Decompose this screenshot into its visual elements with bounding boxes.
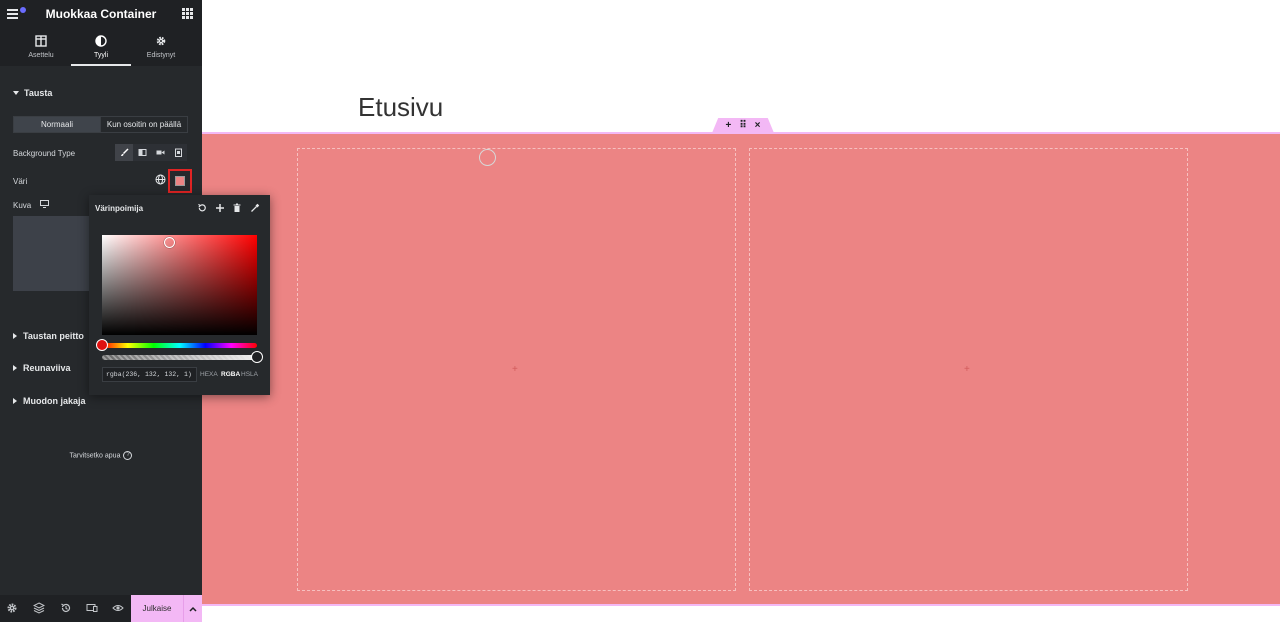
layout-icon	[35, 35, 47, 47]
hue-slider[interactable]	[102, 343, 257, 348]
background-type-label: Background Type	[13, 149, 76, 158]
help-text: Tarvitsetko apua	[69, 452, 121, 460]
container-bottom-border	[202, 604, 1280, 606]
color-swatch-preview	[175, 176, 185, 186]
panel-tabs: Asettelu Tyyli Edistynyt	[0, 27, 202, 66]
add-element-icon[interactable]: +	[725, 120, 731, 131]
section-shape-divider-title: Muodon jakaja	[23, 396, 86, 406]
section-background-toggle[interactable]: Tausta	[13, 88, 52, 98]
tab-style-label: Tyyli	[94, 52, 108, 59]
color-swatch-button[interactable]	[168, 169, 192, 193]
preview-eye-icon[interactable]	[112, 602, 124, 614]
hue-handle[interactable]	[96, 339, 108, 351]
chevron-up-icon	[189, 606, 197, 612]
alpha-handle[interactable]	[251, 351, 263, 363]
mode-hsla[interactable]: HSLA	[241, 371, 258, 378]
color-picker-popover: Värinpoimija HEXA RGBA HSLA	[89, 195, 270, 395]
mode-rgba[interactable]: RGBA	[221, 371, 240, 378]
add-global-color-icon[interactable]	[215, 203, 225, 213]
background-type-choices	[115, 144, 187, 161]
add-widget-icon[interactable]: +	[512, 364, 518, 375]
section-shape-divider-toggle[interactable]: Muodon jakaja	[13, 396, 86, 406]
slideshow-icon	[174, 148, 182, 157]
globe-icon[interactable]	[154, 173, 167, 186]
widgets-grid-icon[interactable]	[182, 8, 193, 19]
video-icon	[156, 150, 164, 155]
add-widget-icon[interactable]: +	[964, 364, 970, 375]
caret-down-icon	[13, 91, 19, 95]
cursor-indicator	[479, 149, 496, 166]
container-handle: + ⠿ ×	[712, 118, 774, 133]
panel-header: Muokkaa Container	[0, 0, 202, 27]
section-border-title: Reunaviiva	[23, 363, 71, 373]
page-title: Etusivu	[358, 92, 444, 122]
caret-right-icon	[13, 398, 17, 404]
tab-style[interactable]: Tyyli	[71, 27, 131, 66]
alpha-slider[interactable]	[102, 355, 257, 360]
tab-layout-label: Asettelu	[28, 52, 54, 59]
settings-gear-icon[interactable]	[6, 602, 18, 614]
hover-state-tab[interactable]: Kun osoitin on päällä	[100, 117, 187, 132]
tab-advanced[interactable]: Edistynyt	[131, 27, 191, 66]
style-icon	[95, 35, 107, 47]
color-picker-title: Värinpoimija	[95, 204, 144, 213]
section-overlay-toggle[interactable]: Taustan peitto	[13, 331, 84, 341]
panel-title: Muokkaa Container	[45, 7, 157, 21]
layers-icon[interactable]	[33, 602, 45, 614]
question-icon: ?	[123, 451, 133, 460]
help-link[interactable]: Tarvitsetko apua?	[0, 451, 202, 460]
gear-icon	[156, 36, 166, 46]
image-upload-area[interactable]	[13, 216, 93, 291]
publish-button[interactable]: Julkaise	[131, 595, 183, 622]
eyedropper-icon[interactable]	[250, 203, 260, 213]
monitor-icon[interactable]	[40, 200, 49, 208]
section-overlay-title: Taustan peitto	[23, 331, 84, 341]
bg-type-slideshow[interactable]	[169, 144, 187, 161]
normal-state-tab[interactable]: Normaali	[14, 117, 100, 132]
tab-advanced-label: Edistynyt	[146, 52, 176, 59]
saturation-area[interactable]	[102, 235, 257, 335]
color-value-input[interactable]	[102, 367, 197, 382]
section-border-toggle[interactable]: Reunaviiva	[13, 363, 71, 373]
gradient-icon	[138, 149, 146, 156]
brush-icon	[120, 148, 129, 157]
drag-handle-icon[interactable]: ⠿	[739, 120, 746, 131]
publish-options-button[interactable]	[183, 595, 202, 622]
caret-right-icon	[13, 365, 17, 371]
trash-icon[interactable]	[232, 203, 242, 213]
state-toggle: Normaali Kun osoitin on päällä	[13, 116, 188, 133]
bg-type-classic[interactable]	[115, 144, 133, 161]
reset-icon[interactable]	[197, 203, 207, 213]
delete-container-icon[interactable]: ×	[755, 120, 761, 131]
history-icon[interactable]	[60, 602, 72, 614]
mode-hexa[interactable]: HEXA	[200, 371, 218, 378]
caret-right-icon	[13, 333, 17, 339]
bg-type-gradient[interactable]	[133, 144, 151, 161]
color-label: Väri	[13, 177, 28, 186]
responsive-icon[interactable]	[86, 602, 98, 614]
saturation-handle[interactable]	[164, 237, 175, 248]
tab-layout[interactable]: Asettelu	[11, 27, 71, 66]
image-label: Kuva	[13, 201, 32, 210]
bg-type-video[interactable]	[151, 144, 169, 161]
section-background-title: Tausta	[24, 88, 53, 98]
